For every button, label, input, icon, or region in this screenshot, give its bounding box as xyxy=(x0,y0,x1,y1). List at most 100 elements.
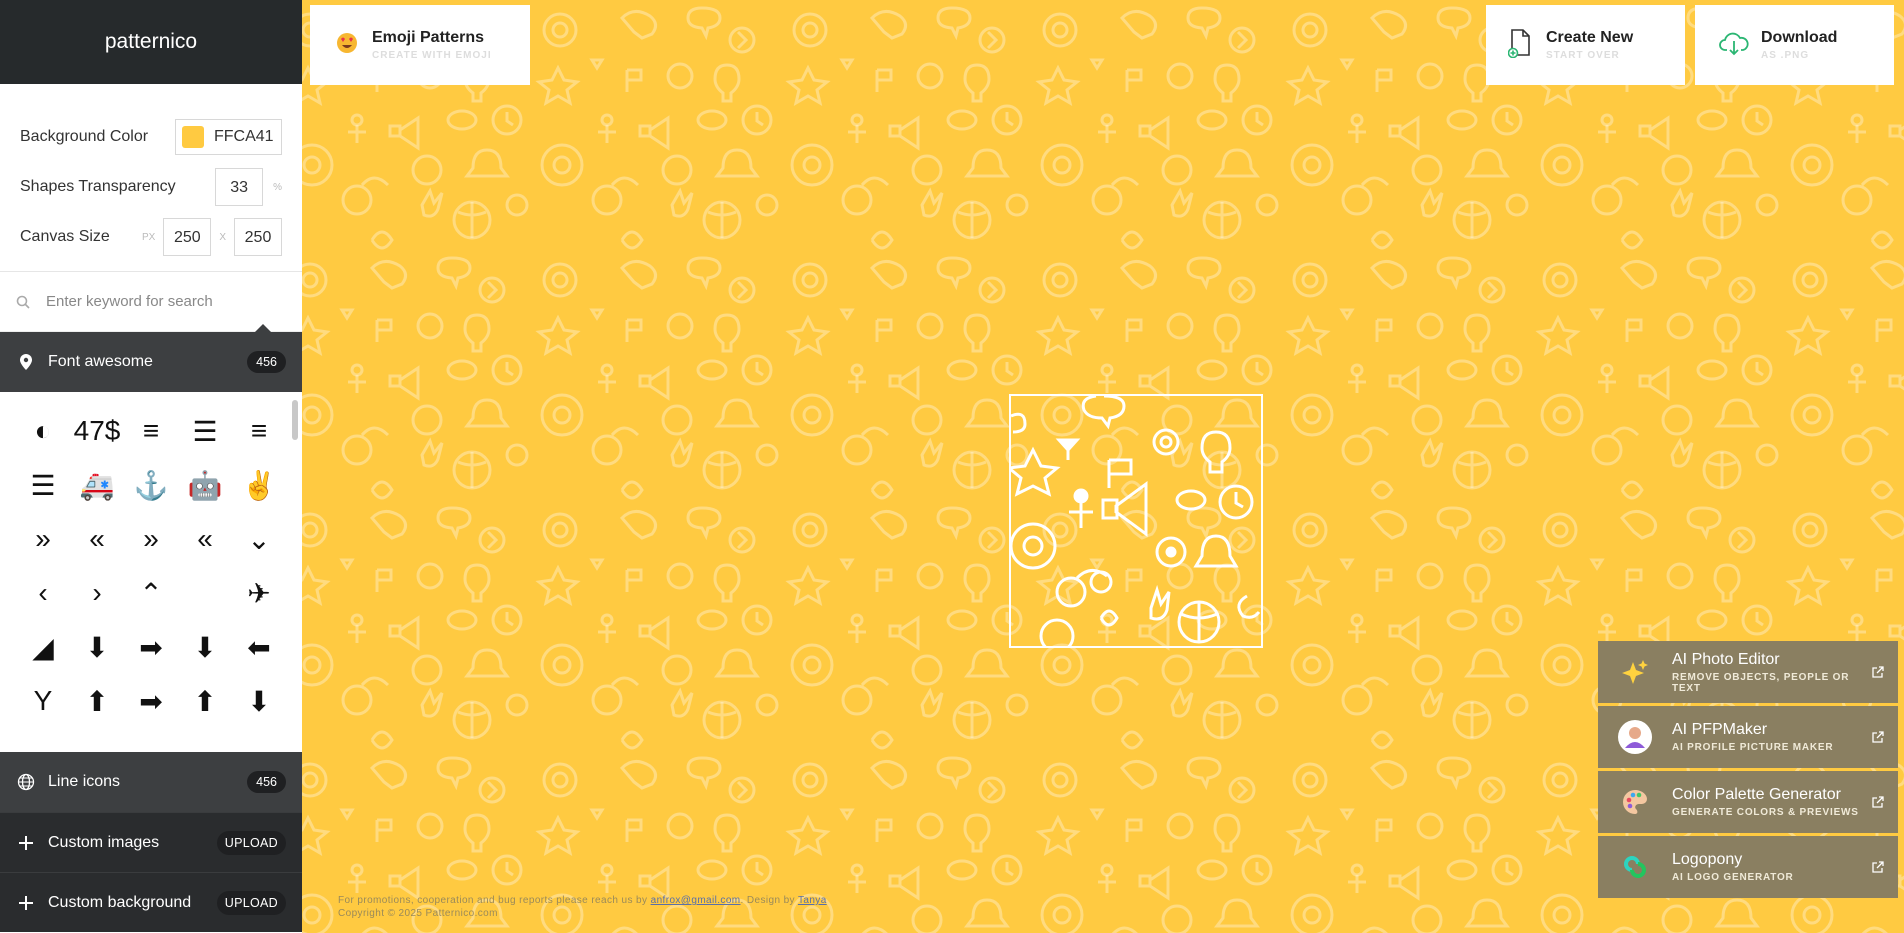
pattern-preview-canvas[interactable] xyxy=(1005,394,1263,654)
background-color-label: Background Color xyxy=(20,128,149,145)
brand-logo[interactable]: patternico xyxy=(0,0,302,84)
icon-option[interactable]: ≡ xyxy=(232,404,286,458)
font-awesome-count: 456 xyxy=(247,351,286,373)
promo-title: AI PFPMaker xyxy=(1672,721,1768,738)
icon-option[interactable]: ⬇ xyxy=(178,620,232,674)
emoji-patterns-card[interactable]: Emoji Patterns CREATE WITH EMOJI xyxy=(310,5,530,85)
map-marker-icon xyxy=(16,354,36,370)
icon-option[interactable]: ⬅ xyxy=(232,620,286,674)
section-font-awesome-label: Font awesome xyxy=(48,353,153,370)
transparency-input[interactable]: 33 xyxy=(215,168,264,206)
promo-title: AI Photo Editor xyxy=(1672,650,1780,668)
icon-option[interactable]: ⬆ xyxy=(178,674,232,728)
download-title: Download xyxy=(1761,29,1838,46)
icon-option[interactable]: « xyxy=(178,512,232,566)
icon-option[interactable]: 🚑 xyxy=(70,458,124,512)
footer-contact-text: For promotions, cooperation and bug repo… xyxy=(338,895,648,906)
icon-option[interactable]: ⌄ xyxy=(232,512,286,566)
section-custom-images[interactable]: Custom images UPLOAD xyxy=(0,812,302,872)
icon-option[interactable]: « xyxy=(70,512,124,566)
icon-option[interactable]: › xyxy=(70,566,124,620)
icon-option[interactable]: ✈ xyxy=(232,566,286,620)
section-notch xyxy=(254,324,272,333)
icon-option[interactable]: ➡ xyxy=(124,674,178,728)
icon-search[interactable]: Enter keyword for search xyxy=(0,272,302,332)
icon-option[interactable]: Y xyxy=(16,674,70,728)
icon-option[interactable]: ☰ xyxy=(16,458,70,512)
icon-grid: ◐ 47$ ≡ ☰ ≡ ☰ 🚑 ⚓ 🤖 ✌» «» «⌄ ‹ › ⌃ ✈ ◢ ⬇ ➡ ⬇ ⬅ Y ⬆ ➡ ⬆ ⬇ xyxy=(0,392,302,752)
icon-option[interactable]: 🤖 xyxy=(178,458,232,512)
logopony-logo-icon xyxy=(1618,850,1652,884)
section-custom-background-label: Custom background xyxy=(48,893,192,911)
transparency-label: Shapes Transparency xyxy=(20,178,176,195)
promo-subtitle: AI PROFILE PICTURE MAKER xyxy=(1672,742,1834,753)
globe-icon xyxy=(16,773,36,791)
section-custom-background[interactable]: Custom background UPLOAD xyxy=(0,872,302,932)
canvas-width-input[interactable]: 250 xyxy=(163,218,212,256)
avatar-icon xyxy=(1618,720,1652,754)
heart-eyes-emoji-icon xyxy=(336,32,358,59)
settings-panel: Background Color FFCA41 Shapes Transpare… xyxy=(0,84,302,272)
promo-subtitle: REMOVE OBJECTS, PEOPLE OR TEXT xyxy=(1672,671,1850,694)
section-line-icons-label: Line icons xyxy=(48,773,121,790)
icon-option[interactable]: ⚓ xyxy=(124,458,178,512)
section-font-awesome[interactable]: Font awesome 456 xyxy=(0,324,302,392)
icon-option[interactable]: ≡ xyxy=(124,404,178,458)
create-new-title: Create New xyxy=(1546,29,1634,46)
sidebar: patternico Background Color FFCA41 Shape… xyxy=(0,0,302,933)
icon-option[interactable]: ☰ xyxy=(178,404,232,458)
promo-title: Color Palette Generator xyxy=(1672,786,1841,803)
footer-contact-line: For promotions, cooperation and bug repo… xyxy=(338,894,827,907)
icon-option[interactable]: ◢ xyxy=(16,620,70,674)
download-subtitle: AS .PNG xyxy=(1761,50,1810,61)
canvas-height-input[interactable]: 250 xyxy=(234,218,282,256)
icon-option[interactable]: ◐ xyxy=(16,404,70,458)
promo-color-palette-generator[interactable]: Color Palette Generator GENERATE COLORS … xyxy=(1598,771,1898,833)
color-swatch[interactable] xyxy=(182,126,204,148)
palette-icon xyxy=(1618,785,1652,819)
icon-option[interactable]: ‹ xyxy=(16,566,70,620)
search-input[interactable]: Enter keyword for search xyxy=(46,293,213,310)
line-icons-count: 456 xyxy=(247,771,286,793)
external-link-icon xyxy=(1872,861,1884,873)
promo-title: Logopony xyxy=(1672,851,1743,868)
icon-option[interactable]: ⬇ xyxy=(70,620,124,674)
icon-option[interactable]: » xyxy=(124,512,178,566)
icon-option[interactable]: ✌ xyxy=(232,458,286,512)
background-color-input[interactable]: FFCA41 xyxy=(175,119,282,155)
background-color-value: FFCA41 xyxy=(214,128,274,145)
icon-option[interactable]: » xyxy=(16,512,70,566)
external-link-icon xyxy=(1872,796,1884,808)
promo-subtitle: GENERATE COLORS & PREVIEWS xyxy=(1672,807,1859,818)
plus-icon xyxy=(16,835,36,850)
canvas-size-label: Canvas Size xyxy=(20,228,110,245)
background-color-row: Background Color FFCA41 xyxy=(20,112,282,162)
promo-ai-pfpmaker[interactable]: AI PFPMaker AI PROFILE PICTURE MAKER xyxy=(1598,706,1898,768)
icon-option[interactable]: ➡ xyxy=(124,620,178,674)
icon-option[interactable]: ⬆ xyxy=(70,674,124,728)
section-custom-images-label: Custom images xyxy=(48,833,160,851)
transparency-row: Shapes Transparency 33 % xyxy=(20,162,282,212)
cloud-download-icon xyxy=(1719,30,1749,61)
icon-option[interactable]: ⌃ xyxy=(124,566,178,620)
sparkles-icon xyxy=(1618,655,1652,689)
footer-designer-link[interactable]: Tanya xyxy=(798,895,827,906)
upload-images-button[interactable]: UPLOAD xyxy=(216,830,286,855)
footer-email-link[interactable]: anfrox@gmail.com xyxy=(651,895,741,906)
times-sign: X xyxy=(219,231,226,243)
upload-background-button[interactable]: UPLOAD xyxy=(216,890,286,915)
icon-grid-scrollbar[interactable] xyxy=(292,400,298,440)
icon-option[interactable]: ⬇ xyxy=(232,674,286,728)
section-line-icons[interactable]: Line icons 456 xyxy=(0,752,302,812)
emoji-patterns-subtitle: CREATE WITH EMOJI xyxy=(372,50,492,61)
icon-grid-cells: ◐ 47$ ≡ ☰ ≡ ☰ 🚑 ⚓ 🤖 ✌» «» «⌄ ‹ › ⌃ ✈ ◢ ⬇ ➡ ⬇ ⬅ Y ⬆ ➡ ⬆ ⬇ xyxy=(16,404,286,728)
download-button[interactable]: Download AS .PNG xyxy=(1695,5,1894,85)
promo-ai-photo-editor[interactable]: AI Photo Editor REMOVE OBJECTS, PEOPLE O… xyxy=(1598,641,1898,703)
icon-option[interactable] xyxy=(178,566,232,620)
promo-logopony[interactable]: Logopony AI LOGO GENERATOR xyxy=(1598,836,1898,898)
external-link-icon xyxy=(1872,666,1884,678)
icon-option[interactable]: 47$ xyxy=(70,404,124,458)
create-new-button[interactable]: Create New START OVER xyxy=(1486,5,1685,85)
footer-design-by: . Design by xyxy=(740,895,795,906)
percent-unit: % xyxy=(273,181,282,193)
